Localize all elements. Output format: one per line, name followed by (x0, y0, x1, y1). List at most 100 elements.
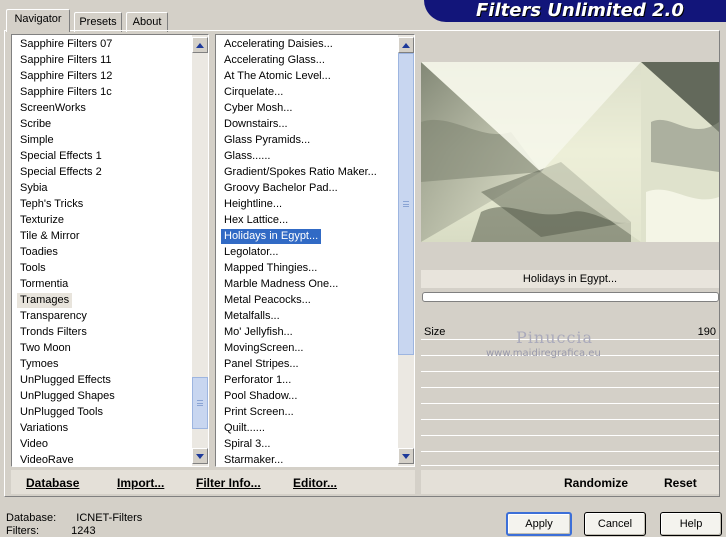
param-row-empty (421, 357, 719, 372)
category-scroll-up-button[interactable] (192, 37, 208, 53)
category-list-item[interactable]: Sapphire Filters 07 (17, 37, 115, 52)
filter-list-item[interactable]: Perforator 1... (221, 373, 294, 388)
param-row-empty (421, 421, 719, 436)
randomize-button[interactable]: Randomize (564, 474, 628, 492)
category-list-item[interactable]: Sapphire Filters 11 (17, 53, 115, 68)
filter-list-item[interactable]: Accelerating Glass... (221, 53, 328, 68)
category-list-item[interactable]: Tymoes (17, 357, 62, 372)
filter-list-item[interactable]: Glass...... (221, 149, 273, 164)
category-list-item[interactable]: Sybia (17, 181, 51, 196)
filter-list-item[interactable]: Quilt...... (221, 421, 268, 436)
category-list-item[interactable]: Tile & Mirror (17, 229, 82, 244)
param-label: Size (424, 326, 446, 338)
category-scroll-down-button[interactable] (192, 448, 208, 464)
import-button[interactable]: Import... (117, 474, 164, 492)
tab-presets[interactable]: Presets (74, 12, 122, 32)
app-title: Filters Unlimited 2.0 (476, 0, 684, 21)
editor-button[interactable]: Editor... (293, 474, 337, 492)
filter-list-item[interactable]: Starmaker... (221, 453, 286, 466)
filter-scroll-thumb[interactable] (398, 53, 414, 355)
filter-list-item[interactable]: Mapped Thingies... (221, 261, 320, 276)
filter-list-item[interactable]: Panel Stripes... (221, 357, 302, 372)
filter-list-item[interactable]: Marble Madness One... (221, 277, 341, 292)
category-list-item[interactable]: Tramages (17, 293, 73, 308)
filter-list-item[interactable]: Cyber Mosh... (221, 101, 295, 116)
category-list-item[interactable]: UnPlugged Tools (17, 405, 106, 420)
preview-image (421, 62, 719, 242)
param-row-empty (421, 405, 719, 420)
grip-icon (403, 201, 409, 207)
filter-list-item[interactable]: At The Atomic Level... (221, 69, 334, 84)
filter-name-caption: Holidays in Egypt... (421, 270, 719, 288)
grip-icon (197, 400, 203, 406)
filter-list-item[interactable]: Cirquelate... (221, 85, 286, 100)
watermark-url: www.maidiregrafica.eu (486, 348, 601, 359)
progress-bar (422, 292, 719, 302)
category-list-item[interactable]: Sapphire Filters 12 (17, 69, 115, 84)
filters-count-status: Filters: 1243 (6, 525, 96, 537)
filter-list-item[interactable]: Downstairs... (221, 117, 291, 132)
category-list-item[interactable]: Sapphire Filters 1c (17, 85, 115, 100)
category-list-item[interactable]: Special Effects 2 (17, 165, 105, 180)
filter-list-item[interactable]: Hex Lattice... (221, 213, 291, 228)
param-row-empty (421, 389, 719, 404)
filters-count-label: Filters: (6, 525, 39, 537)
preview-canvas (421, 62, 719, 242)
category-scroll-thumb[interactable] (192, 377, 208, 429)
filter-list[interactable]: Accelerating Daisies... Accelerating Glas… (215, 34, 415, 467)
tab-navigator[interactable]: Navigator (6, 9, 70, 32)
filter-list-item[interactable]: Glass Pyramids... (221, 133, 313, 148)
filter-list-item[interactable]: Accelerating Daisies... (221, 37, 336, 52)
database-status-value: ICNET-Filters (76, 512, 143, 524)
category-list-item[interactable]: Video (17, 437, 51, 452)
database-button[interactable]: Database (26, 474, 79, 492)
filter-list-item[interactable]: Print Screen... (221, 405, 297, 420)
filter-list-item[interactable]: Metalfalls... (221, 309, 283, 324)
tab-about[interactable]: About (126, 12, 168, 32)
filter-list-item[interactable]: Holidays in Egypt... (219, 228, 323, 245)
category-list-item[interactable]: Tools (17, 261, 49, 276)
category-list-item[interactable]: Scribe (17, 117, 54, 132)
category-list-item[interactable]: ScreenWorks (17, 101, 89, 116)
filter-scrollbar[interactable] (398, 35, 414, 466)
param-row-empty (421, 373, 719, 388)
category-list-item[interactable]: Transparency (17, 309, 90, 324)
database-status: Database: ICNET-Filters (6, 512, 142, 524)
category-list-item[interactable]: Texturize (17, 213, 67, 228)
category-list-item[interactable]: UnPlugged Effects (17, 373, 114, 388)
filter-list-item[interactable]: Groovy Bachelor Pad... (221, 181, 341, 196)
category-list-item[interactable]: Two Moon (17, 341, 74, 356)
param-value: 190 (697, 326, 716, 338)
category-list-item[interactable]: Tronds Filters (17, 325, 90, 340)
filter-list-item[interactable]: Metal Peacocks... (221, 293, 314, 308)
watermark-name: Pinuccia (516, 328, 594, 347)
filter-list-item[interactable]: MovingScreen... (221, 341, 306, 356)
chevron-down-icon (402, 453, 410, 459)
filter-list-item[interactable]: Pool Shadow... (221, 389, 300, 404)
category-list-item[interactable]: Simple (17, 133, 57, 148)
cancel-button[interactable]: Cancel (584, 512, 646, 536)
filter-info-button[interactable]: Filter Info... (196, 474, 261, 492)
category-list-item[interactable]: Teph's Tricks (17, 197, 86, 212)
category-list-item[interactable]: Toadies (17, 245, 61, 260)
category-scrollbar[interactable] (192, 35, 208, 466)
help-button[interactable]: Help (660, 512, 722, 536)
chevron-up-icon (402, 42, 410, 48)
chevron-up-icon (196, 42, 204, 48)
category-list-item[interactable]: Special Effects 1 (17, 149, 105, 164)
category-list-item[interactable]: VideoRave (17, 453, 77, 466)
filter-scroll-down-button[interactable] (398, 448, 414, 464)
filter-scroll-up-button[interactable] (398, 37, 414, 53)
filter-list-item[interactable]: Mo' Jellyfish... (221, 325, 296, 340)
category-list-item[interactable]: UnPlugged Shapes (17, 389, 118, 404)
filter-list-item[interactable]: Heightline... (221, 197, 285, 212)
filter-list-item[interactable]: Legolator... (221, 245, 281, 260)
category-list[interactable]: Sapphire Filters 07 Sapphire Filters 11 Sa… (11, 34, 209, 467)
param-row-empty (421, 437, 719, 452)
category-list-item[interactable]: Tormentia (17, 277, 71, 292)
apply-button[interactable]: Apply (506, 512, 572, 536)
category-list-item[interactable]: Variations (17, 421, 71, 436)
filter-list-item[interactable]: Spiral 3... (221, 437, 273, 452)
reset-button[interactable]: Reset (664, 474, 697, 492)
filter-list-item[interactable]: Gradient/Spokes Ratio Maker... (221, 165, 380, 180)
